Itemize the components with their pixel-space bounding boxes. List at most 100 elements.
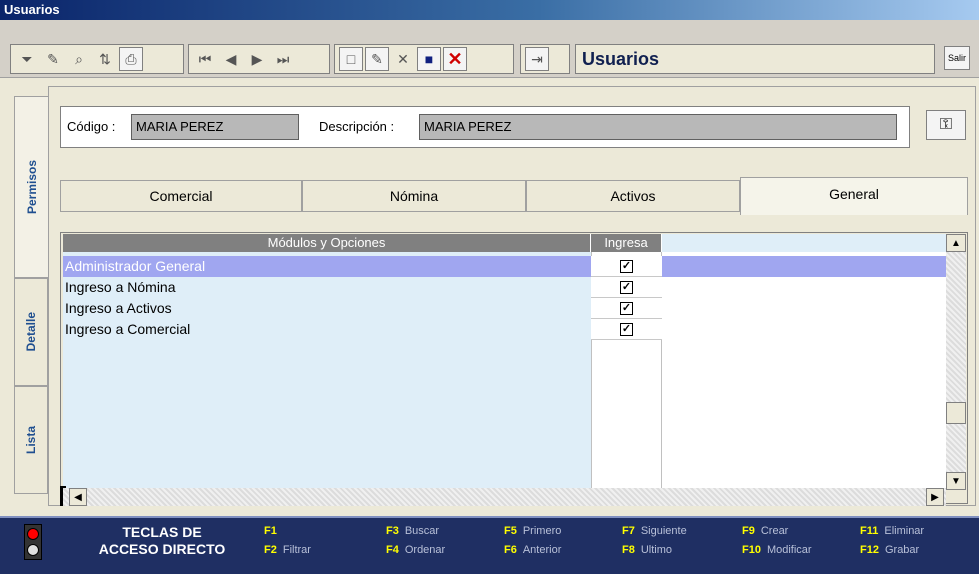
shortcut-f6: F6 Anterior	[504, 544, 561, 556]
shortcut-key: F9	[742, 525, 755, 537]
side-tab-lista[interactable]: Lista	[14, 386, 48, 494]
side-tab-permisos[interactable]: Permisos	[14, 96, 48, 278]
side-tab-label: Permisos	[24, 159, 39, 215]
row-label: Ingreso a Comercial	[65, 321, 191, 337]
scroll-up-icon[interactable]: ▲	[946, 234, 966, 252]
shortcut-label: Primero	[522, 525, 562, 537]
shortcut-label: Filtrar	[282, 544, 311, 556]
toolbar-nav-group: ⏮ ◀ ▶ ⏭	[188, 44, 330, 74]
column-header-ingresa[interactable]: Ingresa	[591, 234, 662, 252]
descripcion-label: Descripción :	[319, 119, 395, 134]
exit-door-button[interactable]: Salir	[944, 46, 970, 70]
red-light	[27, 528, 39, 540]
shortcut-label: Ordenar	[404, 544, 446, 556]
shortcut-key: F2	[264, 544, 277, 556]
off-light	[27, 544, 39, 556]
shortcut-label: Buscar	[404, 525, 440, 537]
exit-door-icon: Salir	[947, 53, 966, 63]
table-row[interactable]: Ingreso a Comercial	[63, 319, 946, 340]
shortcut-key: F7	[622, 525, 635, 537]
shortcut-f11: F11 Eliminar	[860, 525, 924, 537]
module-tabs: Comercial Nómina Activos General	[60, 177, 968, 215]
shortcut-title-line1: TECLAS DE	[122, 524, 202, 540]
shortcut-f1: F1	[264, 525, 283, 537]
sort-icon[interactable]: ⇅	[93, 47, 117, 71]
ingresa-cell[interactable]: ✓	[591, 298, 662, 319]
tab-activos[interactable]: Activos	[526, 180, 740, 212]
scroll-left-icon[interactable]: ◀	[69, 488, 87, 506]
shortcut-label: Grabar	[884, 544, 920, 556]
filter-icon[interactable]: ⏷	[15, 47, 39, 71]
scroll-right-icon[interactable]: ▶	[926, 488, 944, 506]
shortcut-f7: F7 Siguiente	[622, 525, 687, 537]
column-header-modulos[interactable]: Módulos y Opciones	[63, 234, 591, 252]
shortcut-label: Ultimo	[640, 544, 673, 556]
modify-icon[interactable]: ✎	[365, 47, 389, 71]
shortcut-title-line2: ACCESO DIRECTO	[98, 541, 226, 557]
save-icon[interactable]: ■	[417, 47, 441, 71]
shortcut-key: F3	[386, 525, 399, 537]
new-icon[interactable]: □	[339, 47, 363, 71]
toolbar: ⏷ ✎ ⌕ ⇅ ⎙ ⏮ ◀ ▶ ⏭ □ ✎ ✕ ■ ✕ ⇥ Usuarios S…	[0, 20, 979, 78]
side-tab-label: Lista	[24, 425, 38, 454]
traffic-light-icon	[24, 524, 42, 560]
previous-icon[interactable]: ◀	[219, 47, 243, 71]
delete-icon[interactable]: ✕	[391, 47, 415, 71]
checkbox[interactable]: ✓	[620, 259, 633, 273]
exit-icon[interactable]: ⇥	[525, 47, 549, 71]
shortcut-f3: F3 Buscar	[386, 525, 439, 537]
key-search-button[interactable]: ⚿	[926, 110, 966, 140]
shortcut-f4: F4 Ordenar	[386, 544, 445, 556]
scroll-down-icon[interactable]: ▼	[946, 472, 966, 490]
toolbar-exit-group: ⇥	[520, 44, 570, 74]
codigo-label: Código :	[67, 119, 116, 134]
side-tab-detalle[interactable]: Detalle	[14, 278, 48, 386]
ingresa-cell[interactable]: ✓	[591, 277, 662, 298]
toolbar-edit-group: □ ✎ ✕ ■ ✕	[334, 44, 514, 74]
first-icon[interactable]: ⏮	[193, 47, 217, 71]
cancel-icon[interactable]: ✕	[443, 47, 467, 71]
shortcut-key: F8	[622, 544, 635, 556]
toolbar-tools-group: ⏷ ✎ ⌕ ⇅ ⎙	[10, 44, 184, 74]
shortcut-f10: F10 Modificar	[742, 544, 812, 556]
codigo-field[interactable]: MARIA PEREZ	[131, 114, 299, 140]
descripcion-field[interactable]: MARIA PEREZ	[419, 114, 897, 140]
tab-comercial[interactable]: Comercial	[60, 180, 302, 212]
edit-icon[interactable]: ✎	[41, 47, 65, 71]
tab-nomina[interactable]: Nómina	[302, 180, 526, 212]
shortcut-label: Anterior	[522, 544, 562, 556]
scroll-thumb[interactable]	[946, 402, 966, 424]
ingresa-cell[interactable]: ✓	[591, 256, 662, 277]
vertical-scrollbar[interactable]: ▲ ▼	[946, 234, 966, 490]
shortcut-f12: F12 Grabar	[860, 544, 919, 556]
row-label: Administrador General	[65, 258, 206, 274]
checkbox[interactable]: ✓	[620, 301, 633, 315]
tab-general[interactable]: General	[740, 177, 968, 215]
user-fields: Código : MARIA PEREZ Descripción : MARIA…	[60, 106, 910, 148]
binoculars-icon[interactable]: ⌕	[67, 47, 91, 71]
printer-icon[interactable]: ⎙	[119, 47, 143, 71]
toolbar-title: Usuarios	[575, 44, 935, 74]
shortcut-key: F5	[504, 525, 517, 537]
checkbox[interactable]: ✓	[620, 322, 633, 336]
table-row[interactable]: Ingreso a Nómina	[63, 277, 946, 298]
side-tab-label: Detalle	[24, 312, 38, 352]
row-label: Ingreso a Activos	[65, 300, 172, 316]
shortcut-f2: F2 Filtrar	[264, 544, 311, 556]
shortcut-key: F11	[860, 525, 879, 537]
next-icon[interactable]: ▶	[245, 47, 269, 71]
shortcut-label: Modificar	[766, 544, 812, 556]
horizontal-scrollbar[interactable]: ◀ ▶	[63, 488, 946, 506]
shortcut-label: Crear	[760, 525, 789, 537]
shortcut-label: Siguiente	[640, 525, 687, 537]
ingresa-cell[interactable]: ✓	[591, 319, 662, 340]
table-row[interactable]: Ingreso a Activos	[63, 298, 946, 319]
shortcut-key: F6	[504, 544, 517, 556]
row-label: Ingreso a Nómina	[65, 279, 176, 295]
table-row[interactable]: Administrador General	[63, 256, 946, 277]
side-tabs: Permisos Detalle Lista	[14, 96, 48, 494]
shortcut-key: F12	[860, 544, 879, 556]
last-icon[interactable]: ⏭	[271, 47, 295, 71]
shortcut-key: F1	[264, 525, 277, 537]
checkbox[interactable]: ✓	[620, 280, 633, 294]
